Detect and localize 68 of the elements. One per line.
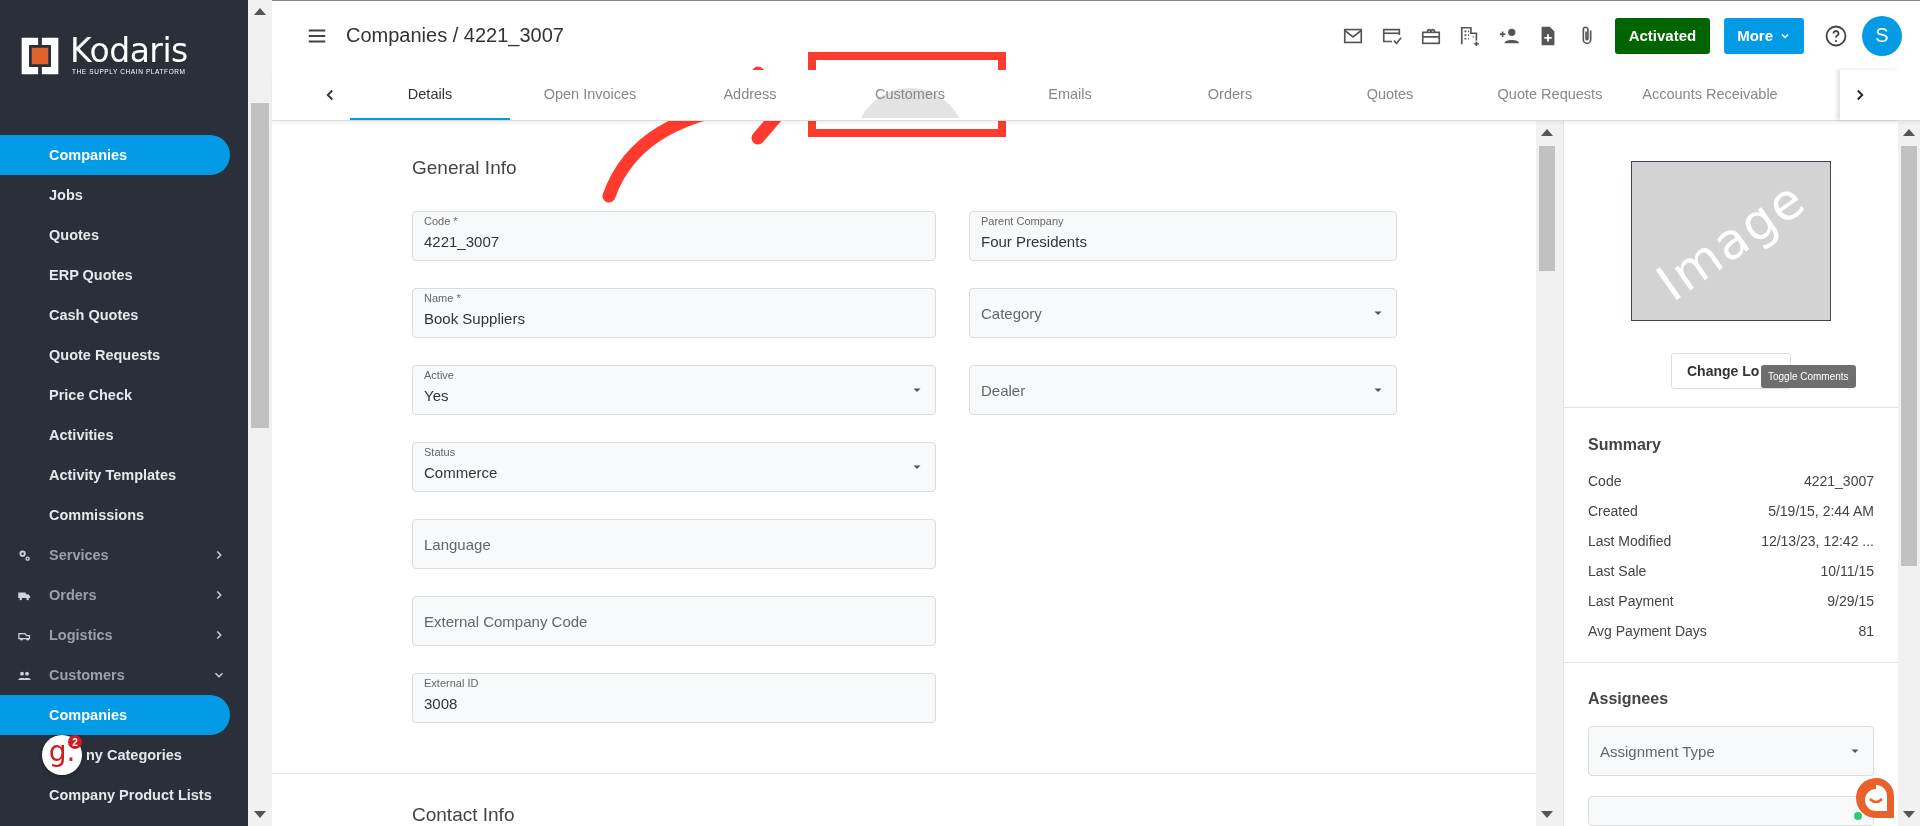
tab[interactable]: Address — [670, 70, 830, 120]
logo-wordmark: Kodaris — [70, 34, 188, 68]
tooltip: Toggle Comments — [1761, 365, 1856, 388]
field-label: Status — [424, 446, 456, 458]
summary-value: 5/19/15, 2:44 AM — [1768, 503, 1874, 519]
summary-value: 4221_3007 — [1803, 473, 1874, 489]
sidebar-item[interactable]: Companies — [0, 695, 230, 735]
dropdown-field[interactable]: Dealer — [969, 365, 1397, 415]
group-label: Logistics — [49, 627, 114, 643]
field-label: Name * — [424, 292, 461, 304]
sidebar-item[interactable]: Companies — [0, 135, 230, 175]
input-field[interactable]: External Company Code — [412, 596, 936, 646]
user-avatar[interactable]: S — [1862, 15, 1902, 56]
summary-value: 81 — [1858, 623, 1874, 639]
sidebar-item[interactable]: Quote Requests — [49, 335, 161, 375]
input-field[interactable]: External ID 3008 — [412, 673, 936, 723]
tab[interactable]: Orders — [1150, 70, 1310, 120]
input-field[interactable]: Language — [412, 519, 936, 569]
dropdown-field[interactable]: Assignment Type — [1588, 726, 1874, 776]
input-field[interactable]: Code * 4221_3007 — [412, 211, 936, 261]
section-title: Assignees — [1588, 690, 1670, 708]
page-title: Companies / 4221_3007 — [346, 24, 564, 47]
field-label: Parent Company — [981, 215, 1064, 227]
summary-label: Last Sale — [1588, 563, 1647, 579]
sidebar-group[interactable]: Services — [0, 535, 230, 575]
summary-label: Last Modified — [1588, 533, 1672, 549]
tab[interactable]: Accounts Receivable — [1630, 70, 1790, 120]
summary-value: 10/11/15 — [1820, 563, 1874, 579]
notification-badge: 2 — [68, 735, 82, 749]
summary-label: Code — [1588, 473, 1622, 489]
sidebar-item[interactable]: ERP Quotes — [49, 255, 133, 295]
sidebar-item[interactable]: Commissions — [49, 495, 145, 535]
tab[interactable]: Open Invoices — [510, 70, 670, 120]
sidebar-item[interactable]: ny Categories — [86, 735, 182, 775]
field-label: Active — [424, 369, 454, 381]
summary-label: Created — [1588, 503, 1638, 519]
sidebar-item[interactable]: Quotes — [49, 215, 99, 255]
summary-value: 9/29/15 — [1827, 593, 1874, 609]
group-label: Customers — [49, 667, 126, 683]
input-field[interactable]: Parent Company Four Presidents — [969, 211, 1397, 261]
sidebar-item[interactable]: Jobs — [49, 175, 83, 215]
sidebar-group[interactable]: Logistics — [0, 615, 230, 655]
section-title: Summary — [1588, 436, 1662, 454]
field-label: External ID — [424, 677, 479, 689]
more-button[interactable]: More — [1724, 17, 1804, 54]
sidebar-item[interactable]: Cash Quotes — [49, 295, 139, 335]
section-title: General Info — [412, 157, 518, 179]
tab[interactable]: Quote Requests — [1470, 70, 1630, 120]
dropdown-field[interactable]: Active Yes — [412, 365, 936, 415]
activated-button[interactable]: Activated — [1614, 17, 1711, 54]
group-label: Services — [49, 547, 110, 563]
input-field[interactable]: Name * Book Suppliers — [412, 288, 936, 338]
sidebar-group[interactable]: Orders — [0, 575, 230, 615]
sidebar-item[interactable]: Activities — [49, 415, 114, 455]
group-label: Orders — [49, 587, 98, 603]
sidebar-item[interactable]: Price Check — [49, 375, 133, 415]
sidebar-item[interactable]: Activity Templates — [49, 455, 177, 495]
sidebar-item[interactable]: Company Product Lists — [49, 775, 212, 815]
sidebar-group[interactable]: Customers — [0, 655, 230, 695]
section-title: Contact Info — [412, 804, 516, 826]
tab[interactable]: Emails — [990, 70, 1150, 120]
summary-label: Last Payment — [1588, 593, 1674, 609]
dropdown-field[interactable]: Status Commerce — [412, 442, 936, 492]
dropdown-field[interactable]: Category — [969, 288, 1397, 338]
summary-value: 12/13/23, 12:42 ... — [1761, 533, 1874, 549]
field-label: Code * — [424, 215, 458, 227]
tab[interactable]: Quotes — [1310, 70, 1470, 120]
summary-label: Avg Payment Days — [1588, 623, 1707, 639]
